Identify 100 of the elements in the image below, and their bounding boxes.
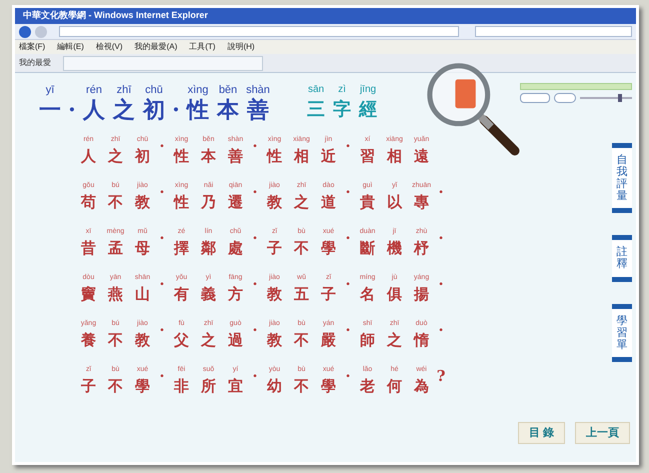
volume-slider[interactable] [580,94,632,102]
volume-thumb[interactable] [618,94,622,102]
hanzi: 習 [360,146,375,167]
hanzi: 方 [228,284,243,305]
hanzi: 善 [247,97,269,123]
hanzi: 苟 [81,192,96,213]
address-field[interactable] [59,26,459,37]
hanzi: 老 [360,376,375,397]
hanzi: 以 [387,192,402,213]
rewind-button[interactable] [554,93,576,103]
hanzi: 之 [113,97,135,123]
hanzi: 教 [135,330,150,351]
menu-item[interactable]: 編輯(E) [57,41,84,53]
nav-button[interactable]: 目 錄 [518,422,565,444]
search-field[interactable] [475,26,632,37]
punctuation: · [252,228,258,249]
punctuation: · [438,182,444,203]
hanzi: 之 [387,330,402,351]
hanzi: 宜 [228,376,243,397]
menu-item[interactable]: 我的最愛(A) [134,41,178,53]
play-button[interactable] [520,93,550,103]
hanzi: 竇 [81,284,96,305]
punctuation: · [68,97,76,123]
favorites-button[interactable]: 我的最愛 [19,57,51,69]
hanzi: 何 [387,376,402,397]
hanzi: 本 [201,146,216,167]
nav-button[interactable]: 上一頁 [575,422,630,444]
hanzi: 有 [174,284,189,305]
punctuation: · [172,97,180,123]
hanzi: 師 [360,330,375,351]
hanzi: 不 [108,192,123,213]
punctuation: · [252,182,258,203]
punctuation: · [159,228,165,249]
hanzi: 性 [174,146,189,167]
hanzi: 性 [267,146,282,167]
menu-item[interactable]: 檔案(F) [19,41,46,53]
hanzi: 經 [359,98,377,122]
hanzi: 人 [83,97,105,123]
hanzi: 擇 [174,238,189,259]
punctuation: · [159,366,165,387]
hanzi: 斷 [360,238,375,259]
menu-item[interactable]: 工具(T) [189,41,216,53]
hanzi: 之 [294,192,309,213]
hanzi: 不 [294,376,309,397]
hanzi: 養 [81,330,96,351]
menu-item[interactable]: 檢視(V) [96,41,123,53]
hanzi: 相 [294,146,309,167]
punctuation: · [345,320,351,341]
hanzi: 一 [39,97,61,123]
hanzi: 山 [135,284,150,305]
hanzi: 性 [174,192,189,213]
pinyin: zì [338,83,346,97]
hanzi: 學 [135,376,150,397]
window-title: 中華文化教學網 - Windows Internet Explorer [23,9,208,22]
hanzi: 父 [174,330,189,351]
side-button[interactable]: 註釋 [612,235,632,282]
punctuation: · [252,320,258,341]
hanzi: 人 [81,146,96,167]
hanzi: 子 [81,376,96,397]
hanzi: 初 [143,97,165,123]
menu-item[interactable]: 說明(H) [227,41,255,53]
pinyin: zhī [116,83,132,97]
hanzi: 五 [294,284,309,305]
side-button[interactable]: 學習單 [612,304,632,362]
hanzi: 不 [108,376,123,397]
pinyin: yī [46,83,54,97]
hanzi: 善 [228,146,243,167]
hanzi: 燕 [108,284,123,305]
hanzi: 鄰 [201,238,216,259]
hanzi: 教 [267,192,282,213]
hanzi: 處 [228,238,243,259]
hanzi: 三 [307,98,325,122]
pinyin: shàn [246,83,270,97]
hanzi: 昔 [81,238,96,259]
punctuation: · [438,320,444,341]
hanzi: 為 [414,376,429,397]
hanzi: 子 [321,284,336,305]
pinyin: chū [145,83,163,97]
hanzi: 不 [294,330,309,351]
hanzi: 過 [228,330,243,351]
hanzi: 本 [217,97,239,123]
hanzi: 道 [321,192,336,213]
hanzi: 教 [135,192,150,213]
pinyin: běn [218,83,238,97]
punctuation: · [159,320,165,341]
hanzi: 機 [387,238,402,259]
punctuation: · [159,182,165,203]
browser-tab[interactable] [63,56,263,70]
side-button[interactable]: 自我評量 [612,143,632,214]
hanzi: 相 [387,146,402,167]
punctuation: · [252,366,258,387]
punctuation: · [159,136,165,157]
hanzi: 義 [201,284,216,305]
hanzi: 所 [201,376,216,397]
hanzi: 杼 [414,238,429,259]
hanzi: 之 [201,330,216,351]
punctuation: · [252,274,258,295]
back-button[interactable] [19,26,31,38]
forward-button[interactable] [35,26,47,38]
hanzi: 字 [333,98,351,122]
